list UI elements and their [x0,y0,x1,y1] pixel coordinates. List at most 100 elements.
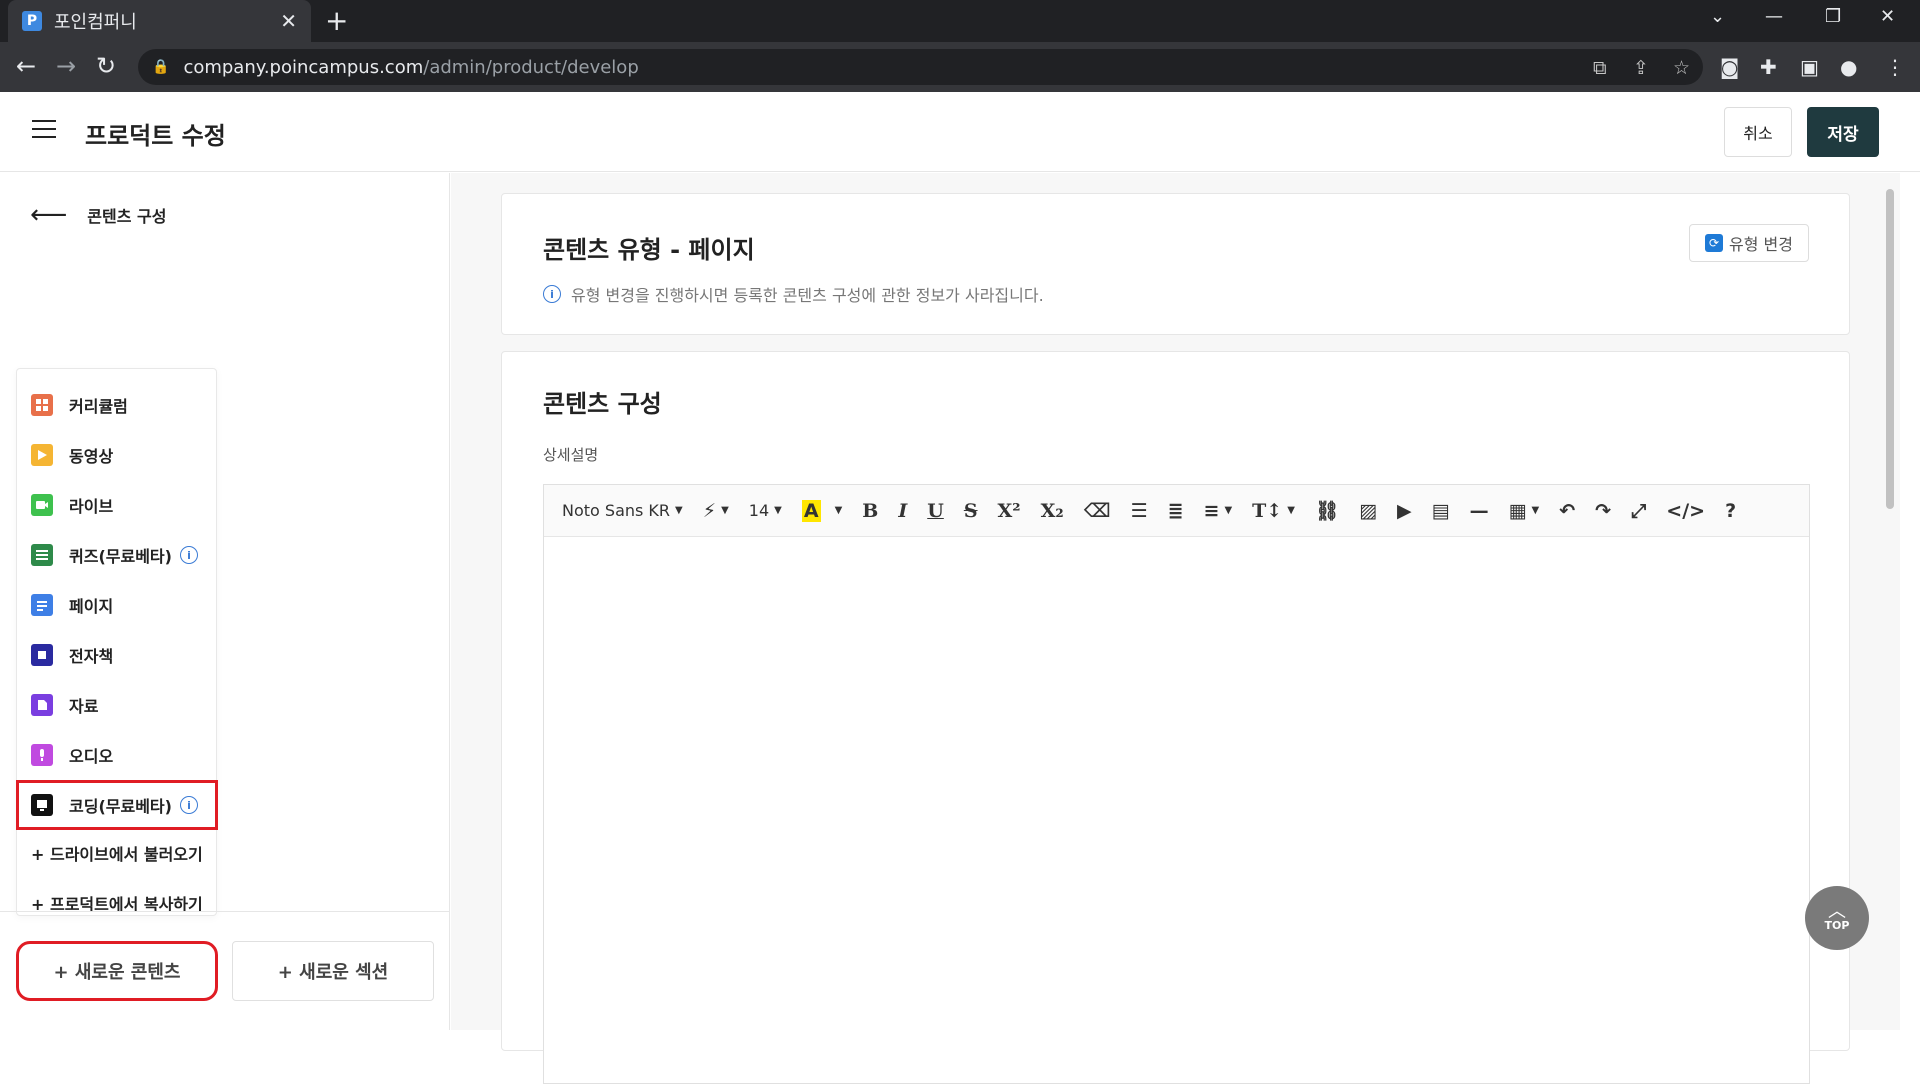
extensions-puzzle-icon[interactable]: ✚ [1760,55,1777,79]
chevron-up-icon: ︿ [1828,900,1846,922]
redo-icon[interactable]: ↷ [1595,500,1611,522]
browser-tab-bar: P 포인컴퍼니 ✕ + ⌄ — ❐ ✕ [0,0,1920,42]
microphone-icon [31,744,53,766]
curriculum-icon [31,394,53,416]
change-type-button[interactable]: ⟳ 유형 변경 [1689,224,1809,262]
restore-icon[interactable]: ❐ [1825,6,1841,27]
content-sidebar: ⟵ 콘텐츠 구성 커리큘럼 동영상 라이브 퀴즈(무료베타) i 페이지 전자책… [0,173,450,1030]
favicon-icon: P [22,11,42,31]
strikethrough-button[interactable]: S [964,500,978,522]
profile-icon[interactable]: ● [1840,55,1857,79]
menu-item-label: 커리큘럼 [69,397,128,416]
live-camera-icon [31,494,53,516]
align-icon[interactable]: ≡ ▼ [1204,500,1233,522]
content-type-menu: 커리큘럼 동영상 라이브 퀴즈(무료베타) i 페이지 전자책 자료 오디오 코… [16,368,217,916]
app-header: 프로덕트 수정 취소 저장 [0,92,1920,172]
bullet-list-icon[interactable]: ☰ [1131,500,1148,522]
menu-item-page[interactable]: 페이지 [31,585,211,625]
menu-item-curriculum[interactable]: 커리큘럼 [31,385,211,425]
image-icon[interactable]: ▨ [1359,500,1377,522]
menu-item-ebook[interactable]: 전자책 [31,635,211,675]
quiz-list-icon [31,544,53,566]
bold-button[interactable]: B [862,500,878,522]
font-family-select[interactable]: Noto Sans KR ▼ [562,501,683,520]
new-tab-icon[interactable]: + [325,6,348,36]
menu-item-material[interactable]: 자료 [31,685,211,725]
link-icon[interactable]: ⛓ [1315,499,1339,522]
minimize-icon[interactable]: — [1765,6,1783,27]
menu-item-label: 라이브 [69,497,114,516]
back-to-content-config[interactable]: ⟵ 콘텐츠 구성 [30,202,167,228]
menu-item-label: 동영상 [69,447,114,466]
superscript-button[interactable]: X² [998,500,1021,522]
table-icon[interactable]: ▦ ▼ [1509,500,1540,522]
back-label: 콘텐츠 구성 [87,207,167,226]
horizontal-rule-icon[interactable]: — [1470,500,1489,522]
video-icon[interactable]: ▶ [1397,500,1412,522]
browser-menu-icon[interactable]: ⋮ [1885,55,1905,79]
magic-wand-icon[interactable]: ⚡ ▼ [703,500,729,522]
page-title: 프로덕트 수정 [85,122,226,150]
address-bar: ← → ↻ 🔒 company.poincampus.com /admin/pr… [0,42,1920,92]
new-content-button[interactable]: + 새로운 콘텐츠 [16,941,218,1001]
content-type-title: 콘텐츠 유형 - 페이지 [543,236,755,264]
tab-search-icon[interactable]: ⌄ [1710,6,1725,27]
source-code-button[interactable]: </> [1666,500,1705,522]
window-close-icon[interactable]: ✕ [1880,6,1895,27]
url-path: /admin/product/develop [423,56,639,78]
side-panel-icon[interactable]: ▣ [1800,55,1819,79]
back-icon[interactable]: ← [16,52,36,80]
file-icon[interactable]: ▤ [1432,500,1450,522]
refresh-icon: ⟳ [1705,234,1724,252]
new-section-button[interactable]: + 새로운 섹션 [232,941,434,1001]
page-scrollbar[interactable] [1886,189,1894,509]
menu-item-quiz[interactable]: 퀴즈(무료베타) i [31,535,211,575]
ebook-icon [31,644,53,666]
open-in-app-icon[interactable]: ⧉ [1593,57,1607,79]
content-config-title: 콘텐츠 구성 [543,390,662,418]
save-button[interactable]: 저장 [1807,107,1879,157]
font-color-letter: A [801,499,821,522]
italic-button[interactable]: I [898,500,907,522]
menu-item-video[interactable]: 동영상 [31,435,211,475]
tab-close-icon[interactable]: ✕ [280,9,297,33]
text-style-icon[interactable]: T↕ ▼ [1252,500,1295,522]
numbered-list-icon[interactable]: ≣ [1168,500,1184,522]
hamburger-menu-icon[interactable] [32,120,56,140]
font-size-value: 14 [748,501,770,520]
underline-button[interactable]: U [927,500,944,522]
font-size-select[interactable]: 14 ▼ [749,501,782,520]
reload-icon[interactable]: ↻ [96,52,116,80]
bookmark-star-icon[interactable]: ☆ [1673,57,1690,79]
sidebar-divider [0,911,450,912]
import-from-drive-link[interactable]: + 드라이브에서 불러오기 [31,841,203,865]
lock-icon: 🔒 [152,59,170,75]
share-icon[interactable]: ⇪ [1633,57,1649,79]
camera-extension-icon[interactable]: ◙ [1720,55,1739,79]
description-label: 상세설명 [543,446,599,464]
info-icon[interactable]: i [179,546,198,564]
fullscreen-icon[interactable]: ⤢ [1631,500,1646,522]
url-domain: company.poincampus.com [183,56,424,78]
scroll-to-top-button[interactable]: ︿ TOP [1805,886,1869,950]
menu-item-audio[interactable]: 오디오 [31,735,211,775]
eraser-icon[interactable]: ⌫ [1084,500,1111,522]
forward-icon[interactable]: → [56,52,76,80]
menu-item-label: 자료 [69,697,99,716]
editor-toolbar: Noto Sans KR ▼ ⚡ ▼ 14 ▼ A ▼ B I U S X² X₂ ⌫ … [544,485,1809,537]
menu-item-label: 전자책 [69,647,114,666]
cancel-button[interactable]: 취소 [1724,107,1792,157]
help-button[interactable]: ? [1725,500,1736,522]
rich-text-editor: Noto Sans KR ▼ ⚡ ▼ 14 ▼ A ▼ B I U S X² X₂ ⌫ … [543,484,1810,1084]
editor-body[interactable] [544,537,1809,1083]
content-config-card: 콘텐츠 구성 상세설명 Noto Sans KR ▼ ⚡ ▼ 14 ▼ A ▼ B I … [501,351,1850,1084]
url-field[interactable]: 🔒 company.poincampus.com /admin/product/… [138,49,1703,85]
coding-highlight-box [16,780,218,830]
material-file-icon [31,694,53,716]
info-icon: i [543,285,561,303]
subscript-button[interactable]: X₂ [1041,500,1064,522]
menu-item-live[interactable]: 라이브 [31,485,211,525]
browser-tab[interactable]: P 포인컴퍼니 ✕ [8,0,311,42]
undo-icon[interactable]: ↶ [1559,500,1575,522]
font-color-button[interactable]: A ▼ [801,499,842,522]
